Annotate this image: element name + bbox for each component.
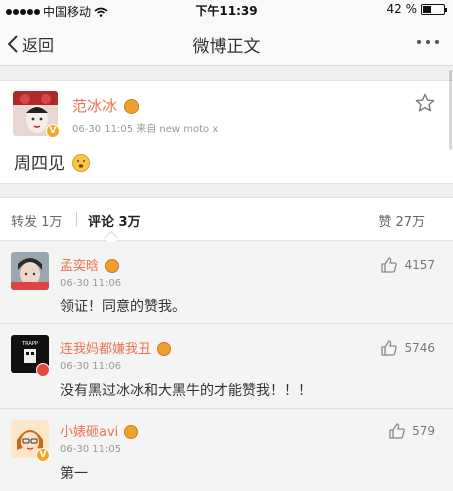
- post-text: 周四见: [14, 149, 91, 174]
- comment-author-name: 连我妈都嫌我丑: [60, 342, 152, 357]
- battery-percent: 42 %: [386, 2, 418, 16]
- svg-text:TRAPP: TRAPP: [21, 341, 38, 347]
- member-crown-icon: [123, 99, 139, 114]
- post-author[interactable]: 范冰冰: [72, 95, 139, 116]
- more-dot: [426, 40, 430, 44]
- tab-like[interactable]: 赞 27万: [378, 211, 425, 230]
- comment-author-name: 孟奕晗: [60, 259, 100, 274]
- member-crown-icon: [105, 259, 120, 273]
- comment-like-button[interactable]: 5746: [380, 339, 435, 357]
- member-crown-icon: [124, 425, 139, 439]
- comment-like-button[interactable]: 4157: [380, 256, 435, 274]
- nav-bar: 返回 微博正文: [0, 20, 453, 66]
- star-icon[interactable]: [415, 93, 435, 113]
- post-text-content: 周四见: [14, 154, 65, 174]
- comment-badge-icon: [36, 363, 50, 377]
- comment-author[interactable]: 连我妈都嫌我丑: [60, 338, 172, 357]
- comment-item: TRAPP 连我妈都嫌我丑 06-30 11:06 没有黑过冰冰和大黑牛的才能赞…: [0, 325, 453, 409]
- tab-divider: [76, 212, 77, 226]
- more-dot: [417, 40, 421, 44]
- post-time: 06-30 11:05: [72, 124, 134, 135]
- status-time: 下午11:39: [195, 4, 258, 18]
- comment-author[interactable]: 小婊砸avi: [60, 421, 139, 440]
- shush-emoji-icon: [72, 154, 91, 172]
- comment-text: 第一: [60, 466, 88, 482]
- member-crown-icon: [157, 342, 172, 356]
- comment-author[interactable]: 孟奕晗: [60, 255, 120, 274]
- post-meta: 06-30 11:05 来自 new moto x: [72, 120, 218, 135]
- thumbs-up-icon: [381, 257, 398, 273]
- battery-icon: [421, 3, 447, 15]
- comment-like-count: 5746: [404, 341, 435, 355]
- interaction-tabs: 转发 1万 评论 3万 赞 27万: [0, 197, 453, 246]
- comment-avatar[interactable]: [11, 252, 49, 290]
- comment-text: 领证！同意的赞我。: [60, 299, 186, 315]
- comment-like-button[interactable]: 579: [388, 422, 435, 440]
- comment-time: 06-30 11:05: [60, 444, 122, 455]
- weibo-post: V 范冰冰 06-30 11:05 来自 new moto x 周四见: [0, 80, 453, 184]
- comment-text: 没有黑过冰冰和大黑牛的才能赞我！！！: [60, 383, 312, 399]
- status-right: 42 %: [386, 2, 447, 16]
- status-bar: 中国移动 下午11:39 42 %: [0, 0, 453, 20]
- more-button[interactable]: [417, 40, 439, 44]
- scrollbar[interactable]: [449, 70, 452, 150]
- verified-badge-icon: V: [46, 124, 60, 138]
- comment-time: 06-30 11:06: [60, 278, 122, 289]
- thumbs-up-icon: [389, 423, 405, 439]
- comment-time: 06-30 11:06: [60, 361, 122, 372]
- tab-comment[interactable]: 评论 3万: [88, 211, 141, 230]
- comment-item: 孟奕晗 06-30 11:06 领证！同意的赞我。 4157: [0, 242, 453, 324]
- comment-item: V 小婊砸avi 06-30 11:05 第一 579: [0, 410, 453, 491]
- more-dot: [435, 40, 439, 44]
- comment-like-count: 4157: [404, 258, 435, 272]
- comment-author-name: 小婊砸avi: [60, 425, 119, 440]
- post-source: 来自 new moto x: [136, 124, 219, 135]
- post-author-name: 范冰冰: [72, 97, 118, 115]
- page-title: 微博正文: [192, 37, 261, 57]
- verified-badge-icon: V: [36, 448, 50, 462]
- comment-like-count: 579: [412, 424, 435, 438]
- thumbs-up-icon: [381, 340, 398, 356]
- tab-repost[interactable]: 转发 1万: [11, 211, 62, 230]
